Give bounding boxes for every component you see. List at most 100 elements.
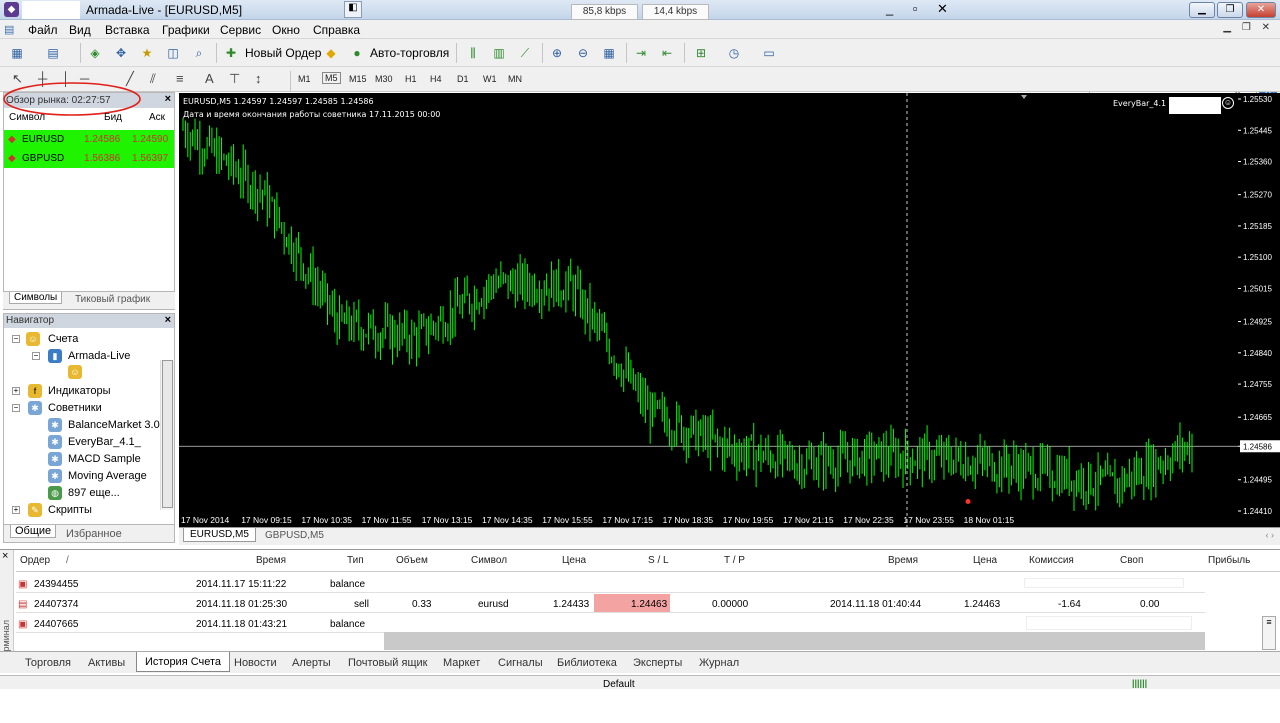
col-close-price[interactable]: Цена xyxy=(973,555,997,566)
tab-symbols[interactable]: Символы xyxy=(9,292,63,304)
cursor-icon[interactable]: ↖ xyxy=(12,71,23,87)
auto-trading-icon[interactable]: ● xyxy=(348,44,366,62)
autoscroll-icon[interactable]: ⇥ xyxy=(632,44,650,62)
zoom-in-icon[interactable]: ⊕ xyxy=(548,44,566,62)
menu-view[interactable]: Вид xyxy=(69,23,91,37)
arrows-icon[interactable]: ↕ xyxy=(255,71,262,86)
col-price[interactable]: Цена xyxy=(562,555,586,566)
crosshair-icon[interactable]: ┼ xyxy=(38,71,47,86)
close-icon[interactable]: × xyxy=(2,550,8,562)
nav-scripts[interactable]: Скрипты xyxy=(48,504,92,516)
collapse-icon[interactable]: − xyxy=(12,404,20,412)
metaeditor-icon[interactable]: ◆ xyxy=(322,44,340,62)
col-tp[interactable]: T / P xyxy=(724,555,745,566)
terminal-icon[interactable]: ◫ xyxy=(164,44,182,62)
chart-tab-eurusd[interactable]: EURUSD,M5 xyxy=(183,528,256,542)
profiles-icon[interactable]: ▤ xyxy=(44,44,62,62)
price-axis[interactable]: 1.25530 1.25445 1.25360 1.25270 1.25185 1.251… xyxy=(1238,93,1280,527)
nav-expert-macd[interactable]: MACD Sample xyxy=(68,453,141,465)
tile-windows-icon[interactable]: ▦ xyxy=(600,44,618,62)
tab-account-history[interactable]: История Счета xyxy=(136,652,231,672)
strategy-tester-icon[interactable]: ⌕ xyxy=(190,44,208,62)
periods-icon[interactable]: ◷ xyxy=(725,44,743,62)
market-row-gbpusd[interactable]: ◆ GBPUSD 1.56386 1.56397 xyxy=(4,149,174,168)
col-type[interactable]: Тип xyxy=(347,555,364,566)
nav-account-server[interactable]: Armada-Live xyxy=(68,350,130,362)
trendline-icon[interactable]: ╱ xyxy=(126,71,134,87)
channel-icon[interactable]: ⫽ xyxy=(150,71,156,87)
text-label-icon[interactable]: ⊤ xyxy=(229,71,240,87)
menu-app-icon[interactable]: ▤ xyxy=(4,23,14,36)
timeframe-m1[interactable]: M1 xyxy=(298,74,311,84)
chart-shift-icon[interactable]: ⇤ xyxy=(658,44,676,62)
new-order-icon[interactable]: ✚ xyxy=(222,44,240,62)
vertical-line-icon[interactable]: │ xyxy=(62,71,70,86)
timeframe-m30[interactable]: M30 xyxy=(375,74,393,84)
mdi-controls[interactable]: ▁ ❐ ✕ xyxy=(1223,22,1274,33)
tab-general[interactable]: Общие xyxy=(10,525,57,538)
table-row[interactable]: ▣ 24407665 2014.11.18 01:43:21 balance xyxy=(16,614,1205,633)
menu-help[interactable]: Справка xyxy=(313,23,360,37)
timeframe-d1[interactable]: D1 xyxy=(457,74,469,84)
nav-experts[interactable]: Советники xyxy=(48,402,102,414)
chart-tabs-scroll[interactable]: ‹ › xyxy=(1266,530,1275,540)
data-window-icon[interactable]: ✥ xyxy=(112,44,130,62)
timeframe-mn[interactable]: MN xyxy=(508,74,522,84)
collapse-icon[interactable]: − xyxy=(32,352,40,360)
col-order[interactable]: Ордер xyxy=(20,555,50,566)
timeframe-h4[interactable]: H4 xyxy=(430,74,442,84)
account-user-icon[interactable]: ☺ xyxy=(68,365,82,379)
market-row-eurusd[interactable]: ◆ EURUSD 1.24586 1.24590 xyxy=(4,130,174,149)
nav-expert-everybar[interactable]: EveryBar_4.1_ xyxy=(68,436,141,448)
col-commission[interactable]: Комиссия xyxy=(1029,555,1074,566)
vertical-scrollbar[interactable]: ≡ xyxy=(1262,616,1276,650)
column-symbol[interactable]: Символ xyxy=(9,112,45,123)
menu-file[interactable]: Файл xyxy=(28,23,58,37)
price-chart[interactable]: 17 Nov 2014 17 Nov 09:15 17 Nov 10:35 17 No… xyxy=(179,93,1238,527)
col-sl[interactable]: S / L xyxy=(648,555,669,566)
scrollbar-thumb[interactable] xyxy=(162,360,173,508)
nav-more-experts[interactable]: 897 еще... xyxy=(68,487,120,499)
nav-indicators[interactable]: Индикаторы xyxy=(48,385,111,397)
zoom-out-icon[interactable]: ⊖ xyxy=(574,44,592,62)
chart-shift-marker[interactable] xyxy=(1021,95,1027,99)
smiley-icon[interactable]: ☺ xyxy=(1222,97,1234,109)
tab-alerts[interactable]: Алерты xyxy=(292,657,331,669)
table-row[interactable]: ▣ 24394455 2014.11.17 15:11:22 balance xyxy=(16,574,1205,593)
new-order-button[interactable]: Новый Ордер xyxy=(245,46,321,60)
tab-exposure[interactable]: Активы xyxy=(88,657,125,669)
nav-expert-balancemarket[interactable]: BalanceMarket 3.0 xyxy=(68,419,160,431)
close-icon[interactable]: × xyxy=(165,314,171,326)
bar-chart-icon[interactable]: ⫼ xyxy=(464,44,482,62)
tab-library[interactable]: Библиотека xyxy=(557,657,617,669)
col-swap[interactable]: Своп xyxy=(1120,555,1143,566)
navigator-scrollbar[interactable] xyxy=(160,360,174,510)
column-ask[interactable]: Аск xyxy=(149,112,165,123)
col-time[interactable]: Время xyxy=(256,555,286,566)
tab-signals[interactable]: Сигналы xyxy=(498,657,543,669)
tab-journal[interactable]: Журнал xyxy=(699,657,739,669)
fibonacci-icon[interactable]: ≡ xyxy=(176,71,184,86)
tab-market[interactable]: Маркет xyxy=(443,657,480,669)
new-chart-icon[interactable]: ▦ xyxy=(8,44,26,62)
menu-tools[interactable]: Сервис xyxy=(220,23,261,37)
timeframe-m15[interactable]: M15 xyxy=(349,74,367,84)
templates-icon[interactable]: ▭ xyxy=(760,44,778,62)
chart-tab-gbpusd[interactable]: GBPUSD,M5 xyxy=(265,530,324,541)
timeframe-m5[interactable]: M5 xyxy=(322,72,341,84)
table-row[interactable]: ▤ 24407374 2014.11.18 01:25:30 sell 0.33… xyxy=(16,594,1205,613)
maximize-button[interactable]: ❐ xyxy=(1217,2,1243,18)
expand-icon[interactable]: + xyxy=(12,506,20,514)
col-profit[interactable]: Прибыль xyxy=(1208,555,1250,566)
tab-experts[interactable]: Эксперты xyxy=(633,657,682,669)
expand-icon[interactable]: + xyxy=(12,387,20,395)
line-chart-icon[interactable]: ⟋ xyxy=(516,44,534,62)
col-volume[interactable]: Объем xyxy=(396,555,428,566)
inner-window-controls[interactable]: _ ▫ ✕ xyxy=(886,1,956,17)
horizontal-line-icon[interactable]: ─ xyxy=(80,71,89,86)
col-close-time[interactable]: Время xyxy=(888,555,918,566)
tab-tick-chart[interactable]: Тиковый график xyxy=(75,294,150,305)
candlestick-icon[interactable]: ▥ xyxy=(490,44,508,62)
navigator-icon[interactable]: ★ xyxy=(138,44,156,62)
timeframe-h1[interactable]: H1 xyxy=(405,74,417,84)
